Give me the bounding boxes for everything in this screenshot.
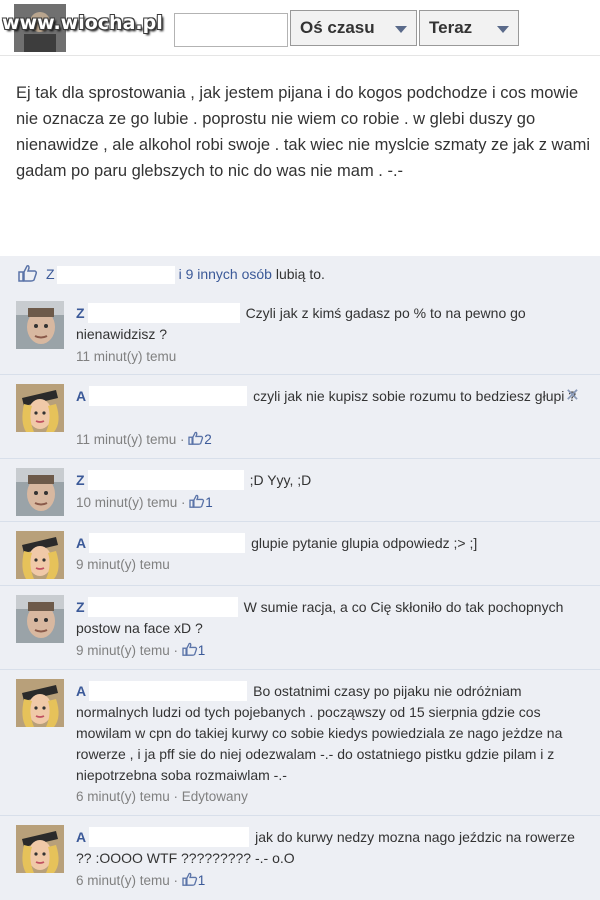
thumbs-up-icon xyxy=(188,431,204,445)
comment-meta: 9 minut(y) temu xyxy=(76,557,170,572)
name-box xyxy=(174,13,288,47)
comment-like-count[interactable]: 1 xyxy=(182,642,206,658)
redaction xyxy=(56,266,175,285)
top-bar: www.wiocha.pl Oś czasu Teraz xyxy=(0,0,600,55)
comment: A Bo ostatnimi czasy po pijaku nie odróżn… xyxy=(0,670,600,816)
edited-label[interactable]: Edytowany xyxy=(182,789,248,804)
comment: Z ;D Yyy, ;D 10 minut(y) temu · 1 xyxy=(0,459,600,522)
comment-author[interactable]: Z xyxy=(76,599,85,615)
avatar-a[interactable] xyxy=(16,825,64,873)
comment-like-count[interactable]: 1 xyxy=(189,494,213,510)
like-count-value: 1 xyxy=(205,495,213,510)
like-count-value: 1 xyxy=(197,643,206,658)
comment-body: Ajak do kurwy nedzy mozna nago jeździc n… xyxy=(76,827,586,869)
comment-time[interactable]: 10 minut(y) temu xyxy=(76,495,177,510)
comment-meta: 9 minut(y) temu · 1 xyxy=(76,642,206,658)
time-filter-label: Teraz xyxy=(429,18,473,37)
comment-author[interactable]: Z xyxy=(76,472,85,488)
redaction xyxy=(89,681,248,701)
comment: Ajak do kurwy nedzy mozna nago jeździc n… xyxy=(0,816,600,900)
redaction xyxy=(89,533,246,553)
comment-meta: 10 minut(y) temu · 1 xyxy=(76,494,213,510)
redaction xyxy=(87,597,238,617)
redaction xyxy=(87,470,244,490)
timeline-filter-dropdown[interactable]: Oś czasu xyxy=(290,10,417,46)
likes-text: Zi 9 innych osób lubią to. xyxy=(46,266,325,285)
thumbs-up-icon xyxy=(182,872,197,886)
comment-author[interactable]: A xyxy=(76,388,86,404)
comment-author[interactable]: A xyxy=(76,829,86,845)
time-filter-dropdown[interactable]: Teraz xyxy=(419,10,519,46)
spacer xyxy=(0,238,600,256)
comment-meta: 11 minut(y) temu · 2 xyxy=(76,431,212,447)
comment-time[interactable]: 6 minut(y) temu xyxy=(76,873,170,888)
chevron-down-icon xyxy=(497,26,509,33)
avatar-a[interactable] xyxy=(16,531,64,579)
comment-text: czyli jak nie kupisz sobie rozumu to bed… xyxy=(253,388,577,404)
like-count-value: 2 xyxy=(204,432,212,447)
thumbs-up-icon xyxy=(182,642,197,656)
comment: Z Czyli jak z kimś gadasz po % to na pewn… xyxy=(0,292,600,375)
comment-body: A Bo ostatnimi czasy po pijaku nie odróżn… xyxy=(76,681,586,786)
post-text: Ej tak dla sprostowania , jak jestem pij… xyxy=(16,84,591,180)
comment-meta: 11 minut(y) temu xyxy=(76,349,176,364)
comment-like-count[interactable]: 2 xyxy=(188,431,212,447)
comment-body: Z ;D Yyy, ;D xyxy=(76,470,586,491)
liker-name-link[interactable]: Z xyxy=(46,266,55,282)
comment-time[interactable]: 6 minut(y) temu xyxy=(76,789,170,804)
comment-meta: 6 minut(y) temu · 1 xyxy=(76,872,206,888)
comment-time[interactable]: 11 minut(y) temu xyxy=(76,349,176,364)
comment-time[interactable]: 9 minut(y) temu xyxy=(76,557,170,572)
comment-text: glupie pytanie glupia odpowiedz ;> ;] xyxy=(251,535,478,551)
comment-text: ;D Yyy, ;D xyxy=(249,472,312,488)
others-likes-link[interactable]: i 9 innych osób xyxy=(179,266,272,282)
comment-body: Aglupie pytanie glupia odpowiedz ;> ;] xyxy=(76,533,586,554)
chevron-down-icon xyxy=(395,26,407,33)
avatar-z[interactable] xyxy=(16,595,64,643)
comment-body: Aczyli jak nie kupisz sobie rozumu to be… xyxy=(76,386,586,407)
avatar-z[interactable] xyxy=(16,468,64,516)
comment-meta: 6 minut(y) temu · Edytowany xyxy=(76,789,248,804)
watermark: www.wiocha.pl xyxy=(2,12,163,34)
redaction xyxy=(87,303,240,323)
redaction xyxy=(89,386,248,406)
comment-body: ZW sumie racja, a co Cię skłoniło do tak… xyxy=(76,597,586,639)
close-icon[interactable]: ✕ xyxy=(565,385,580,406)
comment: Aglupie pytanie glupia odpowiedz ;> ;] 9… xyxy=(0,522,600,586)
comment-time[interactable]: 11 minut(y) temu xyxy=(76,432,176,447)
thumbs-up-icon xyxy=(18,264,38,287)
comment-author[interactable]: A xyxy=(76,683,86,699)
avatar-z[interactable] xyxy=(16,301,64,349)
avatar-a[interactable] xyxy=(16,384,64,432)
comment-body: Z Czyli jak z kimś gadasz po % to na pewn… xyxy=(76,303,586,345)
comment: Aczyli jak nie kupisz sobie rozumu to be… xyxy=(0,375,600,459)
comment-like-count[interactable]: 1 xyxy=(182,872,206,888)
comment-author[interactable]: Z xyxy=(76,305,85,321)
comment-time[interactable]: 9 minut(y) temu xyxy=(76,643,170,658)
avatar-a[interactable] xyxy=(16,679,64,727)
timeline-filter-label: Oś czasu xyxy=(300,18,375,37)
thumbs-up-icon xyxy=(189,494,205,508)
status-post: Ej tak dla sprostowania , jak jestem pij… xyxy=(0,55,600,239)
redaction xyxy=(89,827,250,847)
likes-suffix: lubią to. xyxy=(275,266,325,282)
comment-author[interactable]: A xyxy=(76,535,86,551)
likes-bar: Zi 9 innych osób lubią to. xyxy=(0,256,600,293)
like-count-value: 1 xyxy=(197,873,206,888)
comment: ZW sumie racja, a co Cię skłoniło do tak… xyxy=(0,586,600,670)
